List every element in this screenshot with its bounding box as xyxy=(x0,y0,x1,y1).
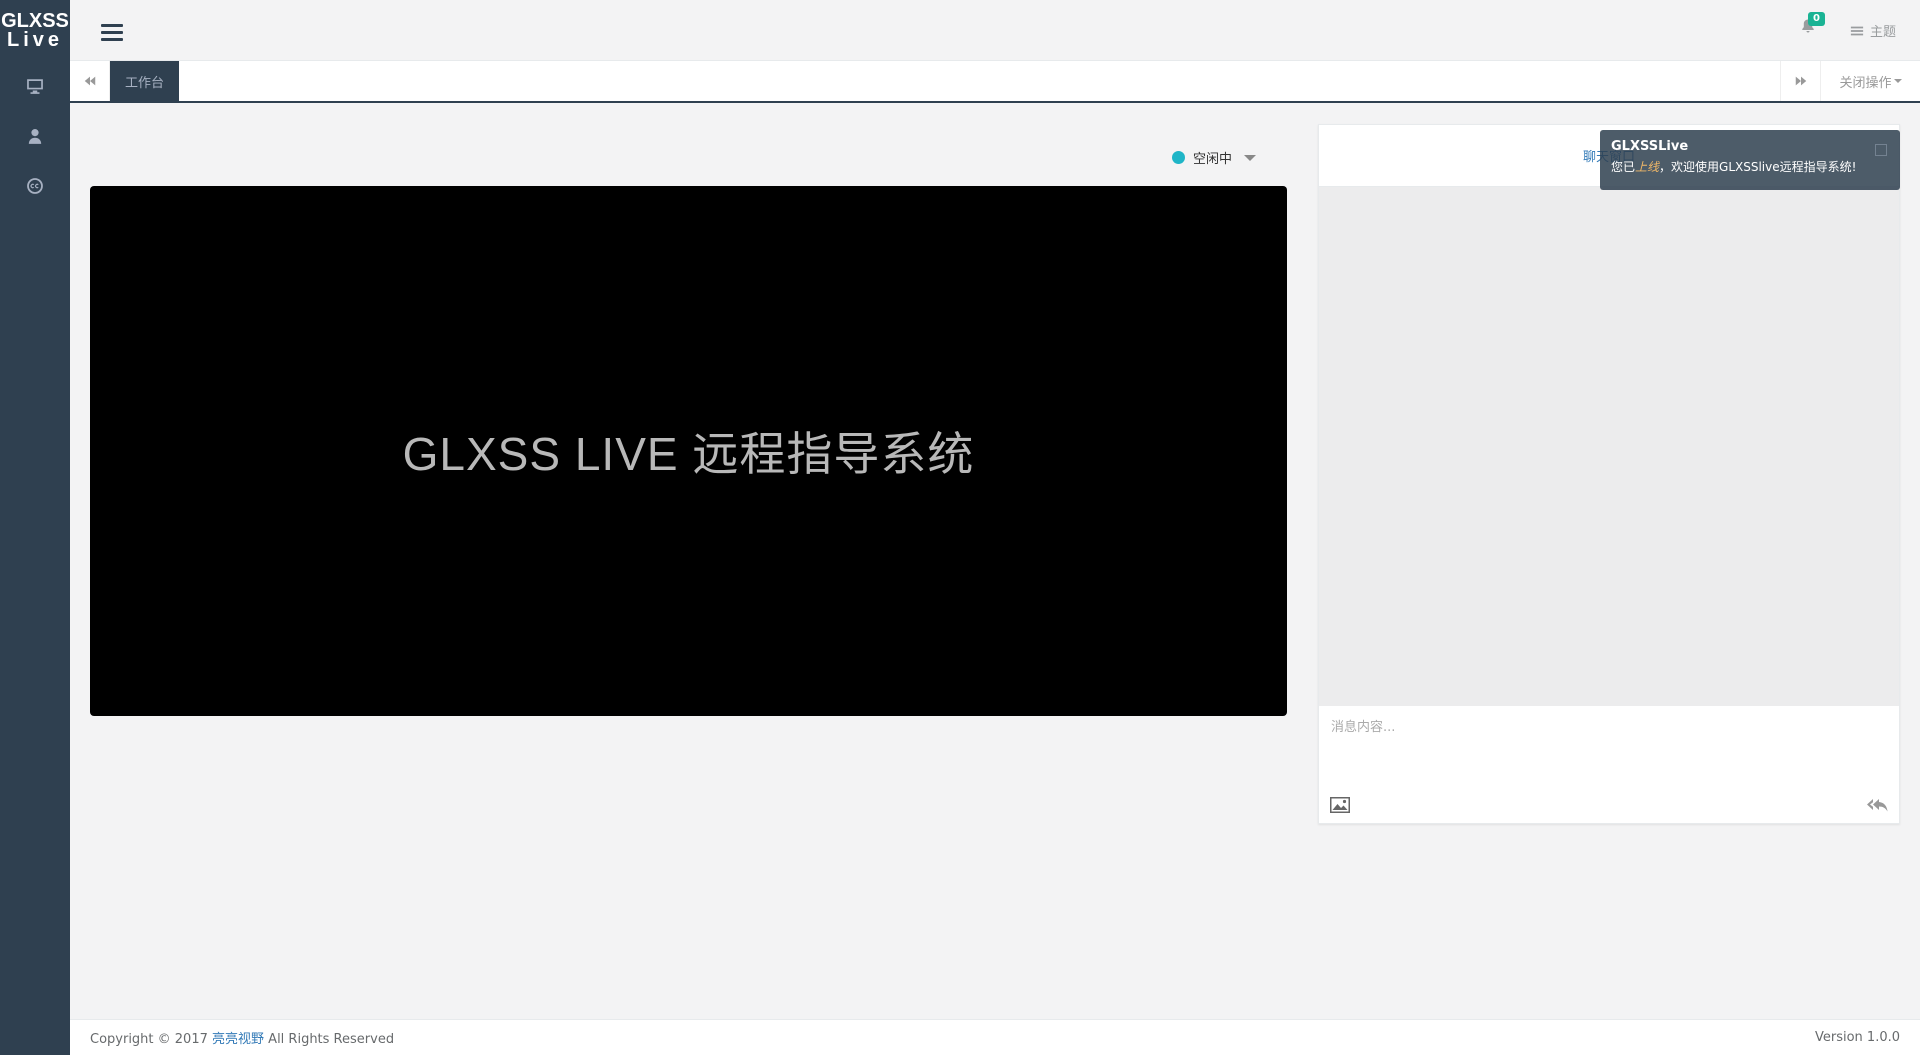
tab-bar: 工作台 关闭操作 xyxy=(70,61,1920,103)
image-icon xyxy=(1330,797,1350,813)
status-dropdown[interactable]: 空闲中 xyxy=(1172,148,1257,167)
toast-message: 您已上线，欢迎使用GLXSSlive远程指导系统! xyxy=(1611,158,1889,175)
chat-messages xyxy=(1319,187,1899,706)
toast-title: GLXSSLive xyxy=(1611,139,1689,154)
theme-list-icon xyxy=(1850,26,1864,35)
video-panel: GLXSS LIVE 远程指导系统 xyxy=(90,186,1287,716)
copyright: Copyright © 2017 亮亮视野 All Rights Reserve… xyxy=(90,1028,394,1047)
video-title: GLXSS LIVE 远程指导系统 xyxy=(402,428,975,480)
logo-line1: GLXSS xyxy=(1,10,69,32)
tab-workbench[interactable]: 工作台 xyxy=(110,61,180,101)
version-label: Version 1.0.0 xyxy=(1814,1030,1900,1045)
logo-line2: Live xyxy=(6,29,64,51)
status-dot-icon xyxy=(1172,151,1185,164)
send-image-button[interactable] xyxy=(1329,796,1351,818)
tab-scroll-left-button[interactable] xyxy=(70,61,110,101)
menu-toggle-button[interactable] xyxy=(101,24,123,45)
theme-label: 主题 xyxy=(1869,25,1896,40)
chat-panel: 聊天窗口 xyxy=(1318,124,1900,824)
caret-down-icon xyxy=(1893,79,1902,83)
status-label: 空闲中 xyxy=(1193,152,1233,167)
hamburger-bar xyxy=(101,38,123,41)
notification-badge: 0 xyxy=(1808,12,1825,26)
toast-msg-suffix: ，欢迎使用GLXSSlive远程指导系统! xyxy=(1659,160,1857,174)
sidebar-item-monitor[interactable] xyxy=(0,61,70,111)
chevron-down-icon xyxy=(1244,154,1257,161)
send-message-button[interactable] xyxy=(1867,796,1889,818)
footer: Copyright © 2017 亮亮视野 All Rights Reserve… xyxy=(70,1019,1920,1055)
sidebar-item-cc[interactable] xyxy=(0,161,70,211)
reply-all-icon xyxy=(1867,799,1888,812)
tab-scroll-right-button[interactable] xyxy=(1780,61,1820,101)
double-right-arrow-icon xyxy=(1795,76,1806,86)
top-navbar: 0 主题 xyxy=(70,0,1920,61)
logo: GLXSS Live xyxy=(0,0,70,61)
monitor-icon xyxy=(27,79,43,94)
notifications-button[interactable]: 0 xyxy=(1800,12,1825,38)
toast-close-button[interactable] xyxy=(1875,144,1887,156)
close-operations-dropdown[interactable]: 关闭操作 xyxy=(1820,61,1920,101)
hamburger-bar xyxy=(101,24,123,27)
company-link[interactable]: 亮亮视野 xyxy=(212,1032,264,1047)
notification-toast: GLXSSLive 您已上线，欢迎使用GLXSSlive远程指导系统! xyxy=(1600,130,1900,190)
toast-msg-prefix: 您已 xyxy=(1611,160,1636,174)
cc-icon xyxy=(27,178,43,194)
copyright-suffix: All Rights Reserved xyxy=(268,1032,395,1047)
hamburger-bar xyxy=(101,31,123,34)
message-input[interactable] xyxy=(1331,716,1887,786)
sidebar: GLXSS Live xyxy=(0,0,70,1055)
close-operations-label: 关闭操作 xyxy=(1839,75,1892,91)
double-left-arrow-icon xyxy=(84,76,95,86)
sidebar-item-user[interactable] xyxy=(0,111,70,161)
theme-button[interactable]: 主题 xyxy=(1850,21,1896,40)
chat-input-area xyxy=(1319,706,1899,824)
copyright-prefix: Copyright © 2017 xyxy=(90,1032,208,1047)
toast-msg-highlight: 上线 xyxy=(1635,160,1660,174)
user-icon xyxy=(28,129,42,144)
